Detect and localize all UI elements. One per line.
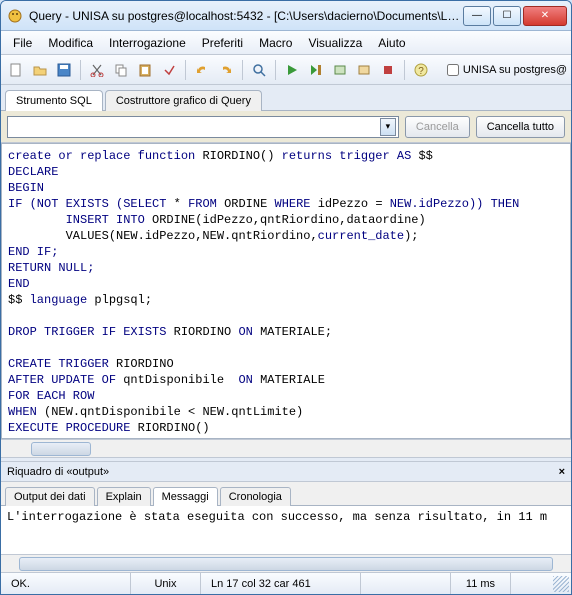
save-icon[interactable] (53, 59, 75, 81)
sql-editor[interactable]: create or replace function RIORDINO() re… (1, 143, 571, 439)
app-window: Query - UNISA su postgres@localhost:5432… (0, 0, 572, 595)
new-icon[interactable] (5, 59, 27, 81)
connection-check-input[interactable] (447, 64, 459, 76)
maximize-button[interactable]: ☐ (493, 6, 521, 26)
resize-grip[interactable] (553, 576, 569, 592)
run-pgscript-icon[interactable] (305, 59, 327, 81)
help-icon[interactable]: ? (410, 59, 432, 81)
statusbar: OK. Unix Ln 17 col 32 car 461 11 ms (1, 572, 571, 594)
redo-icon[interactable] (215, 59, 237, 81)
tab-graphical-query[interactable]: Costruttore grafico di Query (105, 90, 262, 111)
editor-hscrollbar[interactable] (1, 439, 571, 457)
window-controls: — ☐ ✕ (463, 6, 567, 26)
history-combo[interactable]: ▾ (7, 116, 399, 138)
stop-icon[interactable] (377, 59, 399, 81)
output-tabbar: Output dei dati Explain Messaggi Cronolo… (1, 482, 571, 506)
menu-visualizza[interactable]: Visualizza (300, 34, 370, 52)
scroll-thumb[interactable] (31, 442, 91, 456)
cancel-all-button[interactable]: Cancella tutto (476, 116, 565, 138)
menu-macro[interactable]: Macro (251, 34, 300, 52)
minimize-button[interactable]: — (463, 6, 491, 26)
menu-modifica[interactable]: Modifica (40, 34, 101, 52)
menu-preferiti[interactable]: Preferiti (194, 34, 251, 52)
status-time: 11 ms (451, 573, 511, 594)
main-tabbar: Strumento SQL Costruttore grafico di Que… (1, 85, 571, 111)
status-ok: OK. (1, 573, 131, 594)
tab-history[interactable]: Cronologia (220, 487, 291, 506)
menu-aiuto[interactable]: Aiuto (370, 34, 413, 52)
chevron-down-icon[interactable]: ▾ (380, 118, 396, 136)
close-button[interactable]: ✕ (523, 6, 567, 26)
output-pane-header: Riquadro di «output» × (1, 462, 571, 482)
clear-icon[interactable] (158, 59, 180, 81)
menu-file[interactable]: File (5, 34, 40, 52)
cancel-button[interactable]: Cancella (405, 116, 470, 138)
toolbar: ? UNISA su postgres@ (1, 55, 571, 85)
svg-text:?: ? (418, 66, 424, 77)
find-icon[interactable] (248, 59, 270, 81)
connection-checkbox[interactable]: UNISA su postgres@ (447, 64, 567, 76)
cut-icon[interactable] (86, 59, 108, 81)
status-encoding: Unix (131, 573, 201, 594)
status-cursor-position: Ln 17 col 32 car 461 (201, 573, 361, 594)
window-title: Query - UNISA su postgres@localhost:5432… (29, 9, 463, 23)
output-title: Riquadro di «output» (7, 466, 109, 478)
output-messages[interactable]: L'interrogazione è stata eseguita con su… (1, 506, 571, 554)
tab-output-data[interactable]: Output dei dati (5, 487, 95, 506)
tab-sql-tool[interactable]: Strumento SQL (5, 90, 103, 111)
connection-label: UNISA su postgres@ (463, 64, 567, 76)
app-icon (7, 8, 23, 24)
explain-icon[interactable] (329, 59, 351, 81)
menu-interrogazione[interactable]: Interrogazione (101, 34, 194, 52)
copy-icon[interactable] (110, 59, 132, 81)
output-hscrollbar[interactable] (1, 554, 571, 572)
query-control-row: ▾ Cancella Cancella tutto (1, 111, 571, 143)
open-icon[interactable] (29, 59, 51, 81)
paste-icon[interactable] (134, 59, 156, 81)
undo-icon[interactable] (191, 59, 213, 81)
explain-analyze-icon[interactable] (353, 59, 375, 81)
tab-explain[interactable]: Explain (97, 487, 151, 506)
menubar: File Modifica Interrogazione Preferiti M… (1, 31, 571, 55)
scroll-thumb[interactable] (19, 557, 553, 571)
run-icon[interactable] (281, 59, 303, 81)
output-close-icon[interactable]: × (559, 466, 565, 478)
tab-messages[interactable]: Messaggi (153, 487, 218, 506)
titlebar[interactable]: Query - UNISA su postgres@localhost:5432… (1, 1, 571, 31)
